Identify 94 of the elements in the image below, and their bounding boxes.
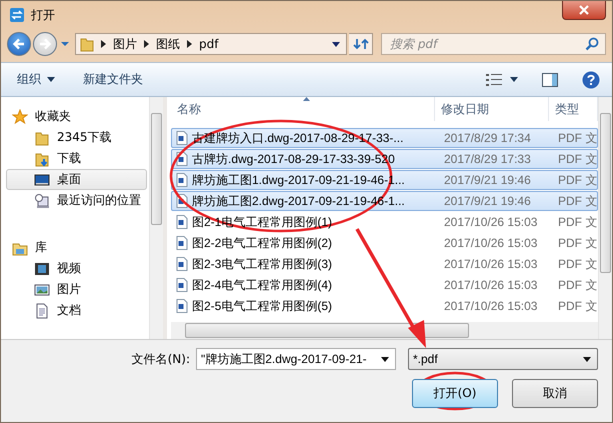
column-header[interactable]: 名称: [171, 97, 435, 121]
sidebar-item[interactable]: 视频: [1, 258, 147, 279]
file-date: 2017/10/26 15:03: [443, 215, 538, 229]
pdf-file-icon: [176, 131, 188, 145]
file-name: 图2-4电气工程常用图例(4): [192, 276, 332, 294]
refresh-icon: [352, 36, 368, 52]
file-row[interactable]: 图2-2电气工程常用图例(2) 2017/10/26 15:03 PDF 文: [171, 233, 598, 253]
sidebar-item[interactable]: 最近访问的位置: [1, 190, 147, 211]
sidebar-item[interactable]: 文档: [1, 300, 147, 321]
download-folder-icon: [34, 150, 50, 166]
file-type: PDF 文: [557, 192, 597, 210]
help-button[interactable]: [580, 68, 602, 90]
address-bar[interactable]: 图片 图纸 pdf: [75, 33, 347, 55]
breadcrumb[interactable]: pdf: [199, 37, 218, 51]
dropdown-icon: [61, 41, 69, 47]
back-arrow-icon: [12, 37, 26, 51]
pdf-file-icon: [176, 278, 188, 292]
dropdown-icon: [381, 356, 389, 362]
star-icon: [12, 108, 28, 124]
file-date: 2017/9/21 19:46: [443, 173, 532, 187]
caret-icon: [510, 77, 518, 82]
breadcrumb[interactable]: 图片: [113, 36, 137, 52]
view-button[interactable]: [484, 72, 520, 88]
breadcrumb[interactable]: 图纸: [156, 36, 180, 52]
file-name: 图2-3电气工程常用图例(3): [192, 256, 332, 272]
sidebar-item[interactable]: 下载: [1, 148, 147, 169]
file-type: PDF 文: [557, 234, 597, 252]
file-row[interactable]: 图2-4电气工程常用图例(4) 2017/10/26 15:03 PDF 文: [171, 275, 598, 295]
dropdown-icon: [332, 42, 340, 46]
pdf-file-icon: [176, 173, 188, 187]
sort-arrow-icon: [302, 97, 310, 101]
preview-pane-button[interactable]: [540, 70, 560, 88]
sidebar-item[interactable]: 收藏夹: [1, 106, 147, 127]
refresh-button[interactable]: [349, 33, 373, 55]
recent-places-icon: [34, 192, 50, 208]
scrollbar[interactable]: [149, 97, 163, 339]
chevron-icon: [101, 40, 106, 48]
file-date: 2017/8/29 17:34: [443, 131, 532, 145]
sidebar-item[interactable]: 2345下载: [1, 127, 147, 148]
chevron-icon: [187, 40, 192, 48]
file-type: PDF 文: [557, 298, 597, 314]
file-type: PDF 文: [557, 172, 597, 188]
toolbar-button[interactable]: 组织: [13, 68, 59, 91]
file-name-field[interactable]: "牌坊施工图2.dwg-2017-09-21-: [196, 348, 396, 370]
search-field[interactable]: 搜索 pdf: [381, 33, 606, 55]
pdf-file-icon: [176, 257, 188, 271]
file-date: 2017/10/26 15:03: [443, 299, 538, 313]
back-button[interactable]: [7, 32, 31, 56]
close-button[interactable]: [562, 1, 606, 20]
toolbar-button[interactable]: 新建文件夹: [79, 68, 147, 91]
scrollbar[interactable]: [598, 97, 612, 339]
file-type: PDF 文: [557, 130, 597, 146]
file-row[interactable]: 图2-5电气工程常用图例(5) 2017/10/26 15:03 PDF 文: [171, 296, 598, 316]
file-name: 图2-2电气工程常用图例(2): [192, 234, 332, 252]
dialog-button[interactable]: 取消: [512, 379, 598, 408]
dialog-button[interactable]: 打开(O): [412, 379, 498, 408]
window-title: 打开: [31, 6, 55, 24]
pdf-file-icon: [176, 236, 188, 250]
file-name: 图2-5电气工程常用图例(5): [192, 298, 332, 314]
file-type: PDF 文: [557, 256, 597, 272]
scrollbar[interactable]: [171, 322, 598, 339]
file-type-dropdown[interactable]: *.pdf: [408, 348, 598, 370]
folder-icon: [80, 36, 94, 52]
forward-arrow-icon: [38, 37, 52, 51]
help-icon: [582, 70, 600, 88]
sidebar-item[interactable]: 桌面: [6, 169, 147, 190]
pane-icon: [542, 72, 558, 86]
document-icon: [34, 302, 50, 318]
forward-button[interactable]: [33, 32, 57, 56]
picture-icon: [34, 282, 50, 298]
sidebar-item[interactable]: 库: [1, 237, 147, 258]
close-icon: [579, 5, 589, 15]
list-view-icon: [486, 74, 502, 86]
pdf-file-icon: [176, 215, 188, 229]
file-type: PDF 文: [557, 214, 597, 230]
chevron-icon: [144, 40, 149, 48]
pdf-file-icon: [176, 299, 188, 313]
video-icon: [34, 260, 50, 276]
file-date: 2017/10/26 15:03: [443, 257, 538, 271]
sidebar-item[interactable]: 图片: [1, 279, 147, 300]
file-type: PDF 文: [557, 276, 597, 294]
folder-icon: [34, 130, 50, 146]
file-name-label: 文件名(N):: [132, 350, 190, 368]
file-date: 2017/10/26 15:03: [443, 278, 538, 292]
file-date: 2017/9/21 19:46: [443, 194, 532, 208]
column-header[interactable]: 修改日期: [435, 97, 549, 121]
file-row[interactable]: 图2-3电气工程常用图例(3) 2017/10/26 15:03 PDF 文: [171, 254, 598, 274]
desktop-icon: [34, 172, 50, 188]
file-date: 2017/10/26 15:03: [443, 236, 538, 250]
file-date: 2017/8/29 17:33: [443, 152, 532, 166]
app-icon: [9, 7, 25, 23]
search-icon: [585, 37, 599, 51]
file-type: PDF 文: [557, 150, 597, 168]
dropdown-icon: [583, 356, 591, 362]
